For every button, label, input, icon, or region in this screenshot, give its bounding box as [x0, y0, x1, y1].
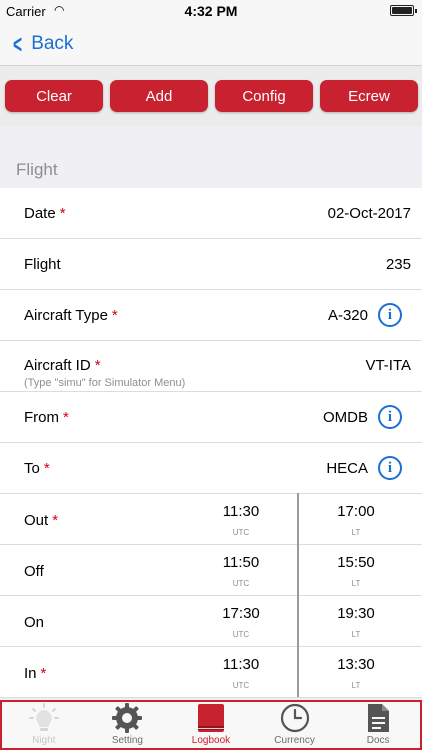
to-label: To *	[24, 460, 50, 477]
ecrew-button[interactable]: Ecrew	[320, 80, 418, 112]
required-mark: *	[111, 307, 118, 324]
clock-icon	[280, 703, 309, 733]
out-row[interactable]: Out * 11:30 UTC 17:00 LT	[0, 494, 422, 545]
battery-icon	[390, 5, 417, 16]
date-label: Date *	[24, 205, 66, 222]
tab-bar: Night Setting Logbook Currency Docs	[0, 700, 422, 750]
required-mark: *	[63, 409, 69, 426]
tab-label: Night	[32, 735, 56, 746]
date-row[interactable]: Date * 02-Oct-2017	[0, 188, 422, 239]
action-toolbar: Clear Add Config Ecrew	[0, 66, 422, 126]
from-value: OMDB	[323, 409, 368, 426]
tab-label: Setting	[111, 735, 143, 746]
document-icon	[368, 704, 390, 732]
on-lt-time[interactable]: 19:30 LT	[316, 605, 396, 639]
aircraft-id-hint: (Type "simu" for Simulator Menu)	[24, 377, 186, 389]
in-lt-time[interactable]: 13:30 LT	[316, 656, 396, 690]
book-icon	[197, 704, 224, 732]
date-value: 02-Oct-2017	[327, 205, 411, 222]
on-label: On	[24, 614, 45, 631]
aircraft-id-value: VT-ITA	[365, 357, 411, 374]
aircraft-id-row[interactable]: Aircraft ID * VT-ITA (Type "simu" for Sim…	[0, 341, 422, 392]
back-label: Back	[31, 33, 74, 54]
info-icon[interactable]: i	[378, 456, 402, 480]
required-mark: *	[43, 460, 50, 477]
flight-form: Date * 02-Oct-2017 Flight 235 Aircraft Ty…	[0, 188, 422, 698]
status-time: 4:32 PM	[184, 3, 238, 19]
back-button[interactable]: < Back	[10, 28, 73, 60]
tab-label: Logbook	[191, 735, 231, 746]
required-mark: *	[52, 512, 59, 529]
tab-label: Docs	[366, 735, 390, 746]
section-header: Flight	[0, 126, 422, 188]
from-label: From *	[24, 409, 69, 426]
aircraft-type-row[interactable]: Aircraft Type * A-320 i	[0, 290, 422, 341]
off-lt-time[interactable]: 15:50 LT	[316, 554, 396, 588]
tab-currency[interactable]: Currency	[253, 702, 337, 748]
tab-night[interactable]: Night	[2, 702, 86, 748]
gear-icon	[112, 703, 143, 733]
bulb-icon	[28, 703, 59, 731]
status-bar: Carrier ◠ 4:32 PM	[0, 0, 422, 22]
to-row[interactable]: To * HECA i	[0, 443, 422, 494]
out-utc-time[interactable]: 11:30 UTC	[201, 503, 281, 537]
clear-button[interactable]: Clear	[5, 80, 103, 112]
chevron-left-icon: <	[13, 29, 23, 59]
info-icon[interactable]: i	[378, 303, 402, 327]
navigation-bar: < Back	[0, 22, 422, 66]
utc-lt-divider	[297, 493, 299, 697]
in-label: In *	[24, 665, 47, 682]
out-lt-time[interactable]: 17:00 LT	[316, 503, 396, 537]
aircraft-type-value: A-320	[327, 307, 368, 324]
tab-docs[interactable]: Docs	[336, 702, 420, 748]
in-row[interactable]: In * 11:30 UTC 13:30 LT	[0, 647, 422, 698]
config-button[interactable]: Config	[215, 80, 313, 112]
off-utc-time[interactable]: 11:50 UTC	[201, 554, 281, 588]
in-utc-time[interactable]: 11:30 UTC	[201, 656, 281, 690]
off-label: Off	[24, 563, 44, 580]
required-mark: *	[40, 665, 47, 682]
tab-logbook[interactable]: Logbook	[169, 702, 253, 748]
off-row[interactable]: Off 11:50 UTC 15:50 LT	[0, 545, 422, 596]
add-button[interactable]: Add	[110, 80, 208, 112]
flight-value: 235	[385, 256, 411, 273]
flight-row[interactable]: Flight 235	[0, 239, 422, 290]
tab-setting[interactable]: Setting	[86, 702, 170, 748]
required-mark: *	[59, 205, 66, 222]
on-utc-time[interactable]: 17:30 UTC	[201, 605, 281, 639]
required-mark: *	[94, 357, 101, 374]
out-label: Out *	[24, 512, 59, 529]
to-value: HECA	[326, 460, 368, 477]
info-icon[interactable]: i	[378, 405, 402, 429]
from-row[interactable]: From * OMDB i	[0, 392, 422, 443]
tab-label: Currency	[274, 735, 315, 746]
aircraft-type-label: Aircraft Type *	[24, 307, 118, 324]
aircraft-id-label: Aircraft ID *	[24, 357, 101, 374]
section-title: Flight	[16, 160, 58, 179]
flight-label: Flight	[24, 256, 61, 273]
on-row[interactable]: On 17:30 UTC 19:30 LT	[0, 596, 422, 647]
